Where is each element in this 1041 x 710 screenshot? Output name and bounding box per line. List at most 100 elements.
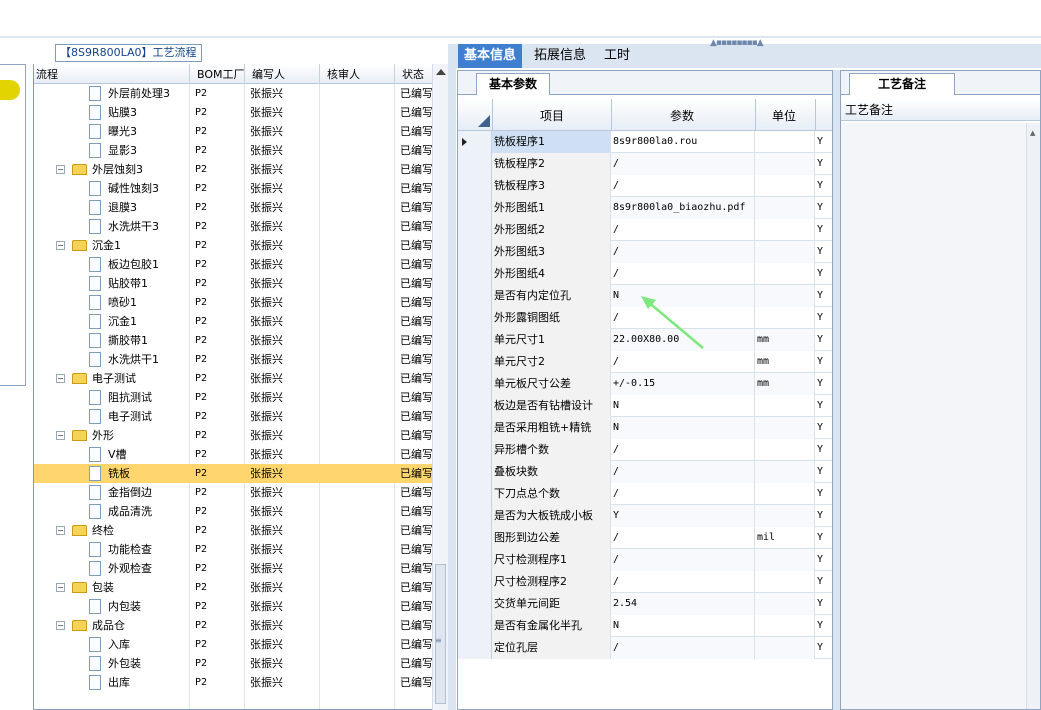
col-header-reviewer[interactable]: 核审人 xyxy=(327,66,360,82)
param-unit-cell[interactable]: mm xyxy=(755,329,815,351)
tree-step-row[interactable]: 沉金1 P2 张振兴 已编写 xyxy=(34,312,434,331)
notes-scrollbar[interactable]: ▲ xyxy=(1026,123,1040,709)
param-unit-cell[interactable] xyxy=(755,307,815,329)
tree-step-row[interactable]: 功能检查 P2 张振兴 已编写 xyxy=(34,540,434,559)
tree-group-row[interactable]: − 外形 P2 张振兴 已编写 xyxy=(34,426,434,445)
row-indicator[interactable] xyxy=(458,417,492,439)
param-row[interactable]: 外形图纸1 8s9r800la0_biaozhu.pdf Y xyxy=(458,197,832,219)
row-indicator[interactable] xyxy=(458,241,492,263)
tree-step-row[interactable]: 外观检查 P2 张振兴 已编写 xyxy=(34,559,434,578)
param-value-cell[interactable]: N xyxy=(611,285,755,307)
tree-step-row[interactable]: 铣板 P2 张振兴 已编写 xyxy=(34,464,434,483)
param-row[interactable]: 外形图纸3/ Y xyxy=(458,241,832,263)
tree-step-row[interactable]: 阻抗测试 P2 张振兴 已编写 xyxy=(34,388,434,407)
tab-working-hours[interactable]: 工时 xyxy=(598,44,636,68)
param-row[interactable]: 叠板块数 / Y xyxy=(458,461,832,483)
tree-step-row[interactable]: 退膜3 P2 张振兴 已编写 xyxy=(34,198,434,217)
param-row[interactable]: 是否采用粗铣+精铣 N Y xyxy=(458,417,832,439)
col-header-writer[interactable]: 编写人 xyxy=(252,66,285,82)
collapse-icon[interactable]: − xyxy=(56,583,65,592)
tree-step-row[interactable]: 入库 P2 张振兴 已编写 xyxy=(34,635,434,654)
param-unit-cell[interactable] xyxy=(755,549,815,571)
tree-step-row[interactable]: 外包装 P2 张振兴 已编写 xyxy=(34,654,434,673)
tree-step-row[interactable]: 撕胶带1 P2 张振兴 已编写 xyxy=(34,331,434,350)
tree-step-row[interactable]: 显影3 P2 张振兴 已编写 xyxy=(34,141,434,160)
col-header-status[interactable]: 状态 xyxy=(402,66,424,82)
param-value-cell[interactable]: / xyxy=(611,153,755,175)
tree-step-row[interactable]: 外层前处理3 P2 张振兴 已编写 xyxy=(34,84,434,103)
param-value-cell[interactable]: / xyxy=(611,219,755,241)
row-indicator[interactable] xyxy=(458,461,492,483)
param-unit-cell[interactable] xyxy=(755,571,815,593)
param-row[interactable]: 尺寸检测程序2/ Y xyxy=(458,571,832,593)
param-value-cell[interactable]: Y xyxy=(611,505,755,527)
param-row[interactable]: 外形图纸4/ Y xyxy=(458,263,832,285)
row-indicator[interactable] xyxy=(458,351,492,373)
param-value-cell[interactable]: 22.00X80.00 xyxy=(611,329,755,351)
tree-step-row[interactable]: 贴胶带1 P2 张振兴 已编写 xyxy=(34,274,434,293)
tab-process-notes[interactable]: 工艺备注 xyxy=(849,73,956,95)
param-value-cell[interactable]: 2.54 xyxy=(611,593,755,615)
row-indicator[interactable] xyxy=(458,175,492,197)
param-unit-cell[interactable] xyxy=(755,263,815,285)
param-value-cell[interactable]: / xyxy=(611,527,755,549)
param-value-cell[interactable]: 8s9r800la0_biaozhu.pdf xyxy=(611,197,755,219)
param-row[interactable]: 单元尺寸1 22.00X80.00 mm Y xyxy=(458,329,832,351)
param-row[interactable]: 下刀点总个数 / Y xyxy=(458,483,832,505)
param-value-cell[interactable]: / xyxy=(611,439,755,461)
param-unit-cell[interactable]: mil xyxy=(755,527,815,549)
param-unit-cell[interactable]: mm xyxy=(755,351,815,373)
param-unit-cell[interactable] xyxy=(755,241,815,263)
param-unit-cell[interactable] xyxy=(755,131,815,153)
param-value-cell[interactable]: / xyxy=(611,571,755,593)
subtab-basic-params[interactable]: 基本参数 xyxy=(476,73,551,95)
param-unit-cell[interactable] xyxy=(755,197,815,219)
param-unit-cell[interactable] xyxy=(755,615,815,637)
row-indicator[interactable] xyxy=(458,307,492,329)
param-value-cell[interactable]: N xyxy=(611,417,755,439)
scroll-up-icon[interactable] xyxy=(436,69,446,75)
row-indicator[interactable] xyxy=(458,505,492,527)
param-row[interactable]: 图形到边公差 / mil Y xyxy=(458,527,832,549)
param-row[interactable]: 外形图纸2/ Y xyxy=(458,219,832,241)
tree-step-row[interactable]: 碱性蚀刻3 P2 张振兴 已编写 xyxy=(34,179,434,198)
scroll-thumb[interactable] xyxy=(435,564,446,704)
row-indicator[interactable] xyxy=(458,153,492,175)
row-indicator[interactable] xyxy=(458,263,492,285)
tab-extended-info[interactable]: 拓展信息 xyxy=(528,44,592,68)
notes-body[interactable]: ▲ xyxy=(841,123,1040,709)
col-header-unit[interactable]: 单位 xyxy=(772,107,796,124)
param-unit-cell[interactable] xyxy=(755,461,815,483)
param-row[interactable]: 外形露铜图纸 / Y xyxy=(458,307,832,329)
param-value-cell[interactable]: / xyxy=(611,549,755,571)
row-indicator[interactable] xyxy=(458,439,492,461)
param-row[interactable]: 异形槽个数 / Y xyxy=(458,439,832,461)
collapse-icon[interactable]: − xyxy=(56,526,65,535)
tree-group-row[interactable]: − 外层蚀刻3 P2 张振兴 已编写 xyxy=(34,160,434,179)
row-indicator[interactable] xyxy=(458,373,492,395)
param-unit-cell[interactable] xyxy=(755,285,815,307)
param-row[interactable]: 铣板程序1 8s9r800la0.rou Y xyxy=(458,131,832,153)
param-unit-cell[interactable] xyxy=(755,505,815,527)
param-value-cell[interactable]: / xyxy=(611,461,755,483)
param-row[interactable]: 铣板程序2/ Y xyxy=(458,153,832,175)
tree-step-row[interactable]: 金指倒边 P2 张振兴 已编写 xyxy=(34,483,434,502)
tree-step-row[interactable]: 板边包胶1 P2 张振兴 已编写 xyxy=(34,255,434,274)
row-indicator[interactable] xyxy=(458,131,492,153)
param-row[interactable]: 铣板程序3/ Y xyxy=(458,175,832,197)
param-row[interactable]: 是否有金属化半孔 N Y xyxy=(458,615,832,637)
tree-group-row[interactable]: − 沉金1 P2 张振兴 已编写 xyxy=(34,236,434,255)
col-header-bom[interactable]: BOM工厂 xyxy=(197,66,245,82)
param-value-cell[interactable]: / xyxy=(611,175,755,197)
tree-step-row[interactable]: 贴膜3 P2 张振兴 已编写 xyxy=(34,103,434,122)
tab-basic-info[interactable]: 基本信息 xyxy=(458,44,523,68)
tree-step-row[interactable]: 水洗烘干3 P2 张振兴 已编写 xyxy=(34,217,434,236)
tree-step-row[interactable]: 出库 P2 张振兴 已编写 xyxy=(34,673,434,692)
collapse-icon[interactable]: − xyxy=(56,431,65,440)
param-value-cell[interactable]: / xyxy=(611,263,755,285)
param-row[interactable]: 单元板尺寸公差 +/-0.15 mm Y xyxy=(458,373,832,395)
tree-group-row[interactable]: − 电子测试 P2 张振兴 已编写 xyxy=(34,369,434,388)
param-unit-cell[interactable] xyxy=(755,153,815,175)
param-unit-cell[interactable] xyxy=(755,439,815,461)
row-indicator[interactable] xyxy=(458,549,492,571)
